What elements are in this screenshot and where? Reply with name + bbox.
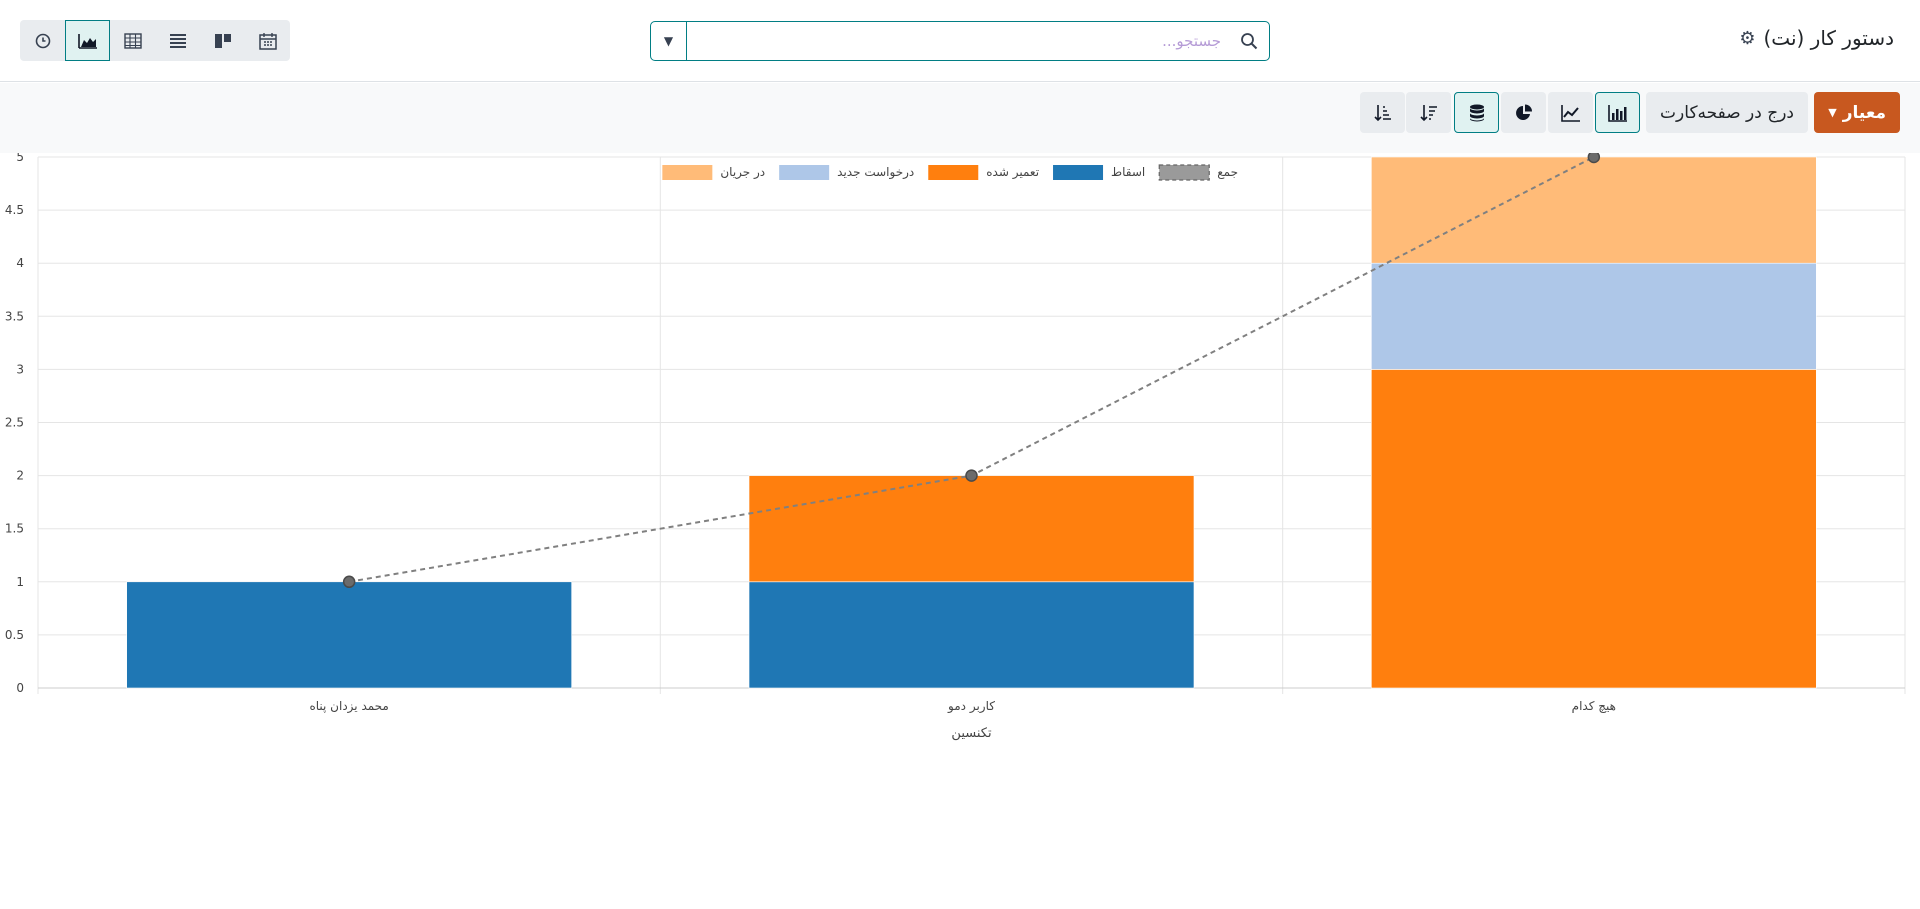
y-tick-label: 1.5 [5, 522, 24, 536]
legend-swatch [1053, 165, 1104, 180]
calendar-view-button[interactable] [245, 20, 290, 61]
clock-icon [35, 33, 50, 48]
kanban-icon [214, 33, 231, 48]
sort-descending-button[interactable] [1406, 92, 1451, 133]
kanban-view-button[interactable] [200, 20, 245, 61]
page-title: دستور کار (نت) [1763, 26, 1895, 50]
sort-ascending-button[interactable] [1360, 92, 1405, 133]
bar-segment [748, 475, 1195, 583]
search-input[interactable] [687, 22, 1229, 60]
total-point [965, 469, 978, 482]
y-tick-label: 1 [16, 575, 24, 589]
insert-in-spreadsheet-button[interactable]: درج در صفحه‌کارت [1646, 92, 1808, 133]
activity-view-button[interactable] [20, 20, 65, 61]
view-switcher [20, 20, 290, 61]
legend-label: تعمیر شده [986, 165, 1039, 180]
legend-label: اسقاط [1111, 165, 1145, 179]
calendar-icon [258, 32, 277, 50]
database-icon [1469, 104, 1484, 121]
line-chart-icon [1560, 104, 1580, 122]
pivot-view-button[interactable] [110, 20, 155, 61]
legend-label: در جریان [720, 165, 765, 180]
criteria-dropdown-button[interactable]: معیار ▼ [1814, 92, 1900, 133]
search-options-toggle[interactable]: ▼ [651, 22, 687, 60]
legend-swatch [779, 165, 830, 180]
bar-segment [1371, 262, 1817, 370]
stacked-toggle-button[interactable] [1454, 92, 1499, 133]
search-bar: ▼ [650, 21, 1270, 61]
caret-down-icon: ▼ [663, 34, 674, 48]
y-tick-label: 4 [16, 256, 24, 270]
line-chart-button[interactable] [1548, 92, 1593, 133]
bar-chart-icon [1607, 104, 1627, 122]
stacked-bar-chart: 0 0.5 1 1.5 2 2.5 3 3.5 4 4.5 5 محمد یزدان پناه کارب… [5, 150, 1906, 741]
legend-label: جمع [1217, 165, 1238, 179]
table-icon [123, 32, 142, 49]
legend-swatch [1158, 164, 1210, 181]
page-title-wrapper: دستور کار (نت) ⚙ [1739, 26, 1894, 50]
y-tick-label: 3.5 [5, 309, 24, 323]
y-tick-label: 4.5 [5, 203, 24, 217]
insert-label: درج در صفحه‌کارت [1660, 102, 1794, 123]
bar-chart-button[interactable] [1595, 92, 1640, 133]
bar-segment [1371, 156, 1817, 264]
criteria-label: معیار [1842, 102, 1886, 123]
legend-label: درخواست جدید [837, 165, 914, 180]
x-tick-label: کاربر دمو [947, 699, 995, 714]
total-point [342, 575, 356, 589]
y-tick-label: 2.5 [5, 416, 24, 430]
pie-chart-button[interactable] [1501, 92, 1546, 133]
gear-icon[interactable]: ⚙ [1739, 28, 1755, 49]
x-tick-label: هیچ کدام [1572, 699, 1616, 713]
sort-ascending-icon [1373, 104, 1391, 121]
list-icon [169, 33, 186, 48]
search-icon [1241, 33, 1258, 50]
bar-segment [126, 581, 572, 689]
search-button[interactable] [1229, 22, 1269, 60]
graph-view-button[interactable] [65, 20, 110, 61]
total-point [1587, 150, 1601, 164]
graph-control-bar: معیار ▼ درج در صفحه‌کارت [0, 83, 1920, 153]
bar-segment [1371, 369, 1817, 689]
area-chart-icon [77, 33, 97, 49]
y-tick-label: 5 [16, 153, 24, 164]
control-panel-top: ▼ دستور کار (نت) ⚙ [0, 0, 1920, 82]
x-axis-label: تکنسین [951, 726, 992, 741]
y-tick-label: 0.5 [5, 628, 24, 642]
caret-down-icon: ▼ [1828, 106, 1837, 119]
x-tick-label: محمد یزدان پناه [309, 699, 388, 714]
y-tick-label: 3 [16, 362, 24, 376]
list-view-button[interactable] [155, 20, 200, 61]
legend-swatch [928, 165, 979, 180]
legend-swatch [662, 165, 713, 180]
sort-descending-icon [1419, 104, 1437, 121]
y-tick-label: 0 [16, 681, 24, 695]
pie-chart-icon [1515, 104, 1532, 120]
chart-area: 0 0.5 1 1.5 2 2.5 3 3.5 4 4.5 5 محمد یزدان پناه کارب… [0, 150, 1920, 905]
y-tick-label: 2 [16, 469, 24, 483]
bar-segment [748, 581, 1195, 689]
